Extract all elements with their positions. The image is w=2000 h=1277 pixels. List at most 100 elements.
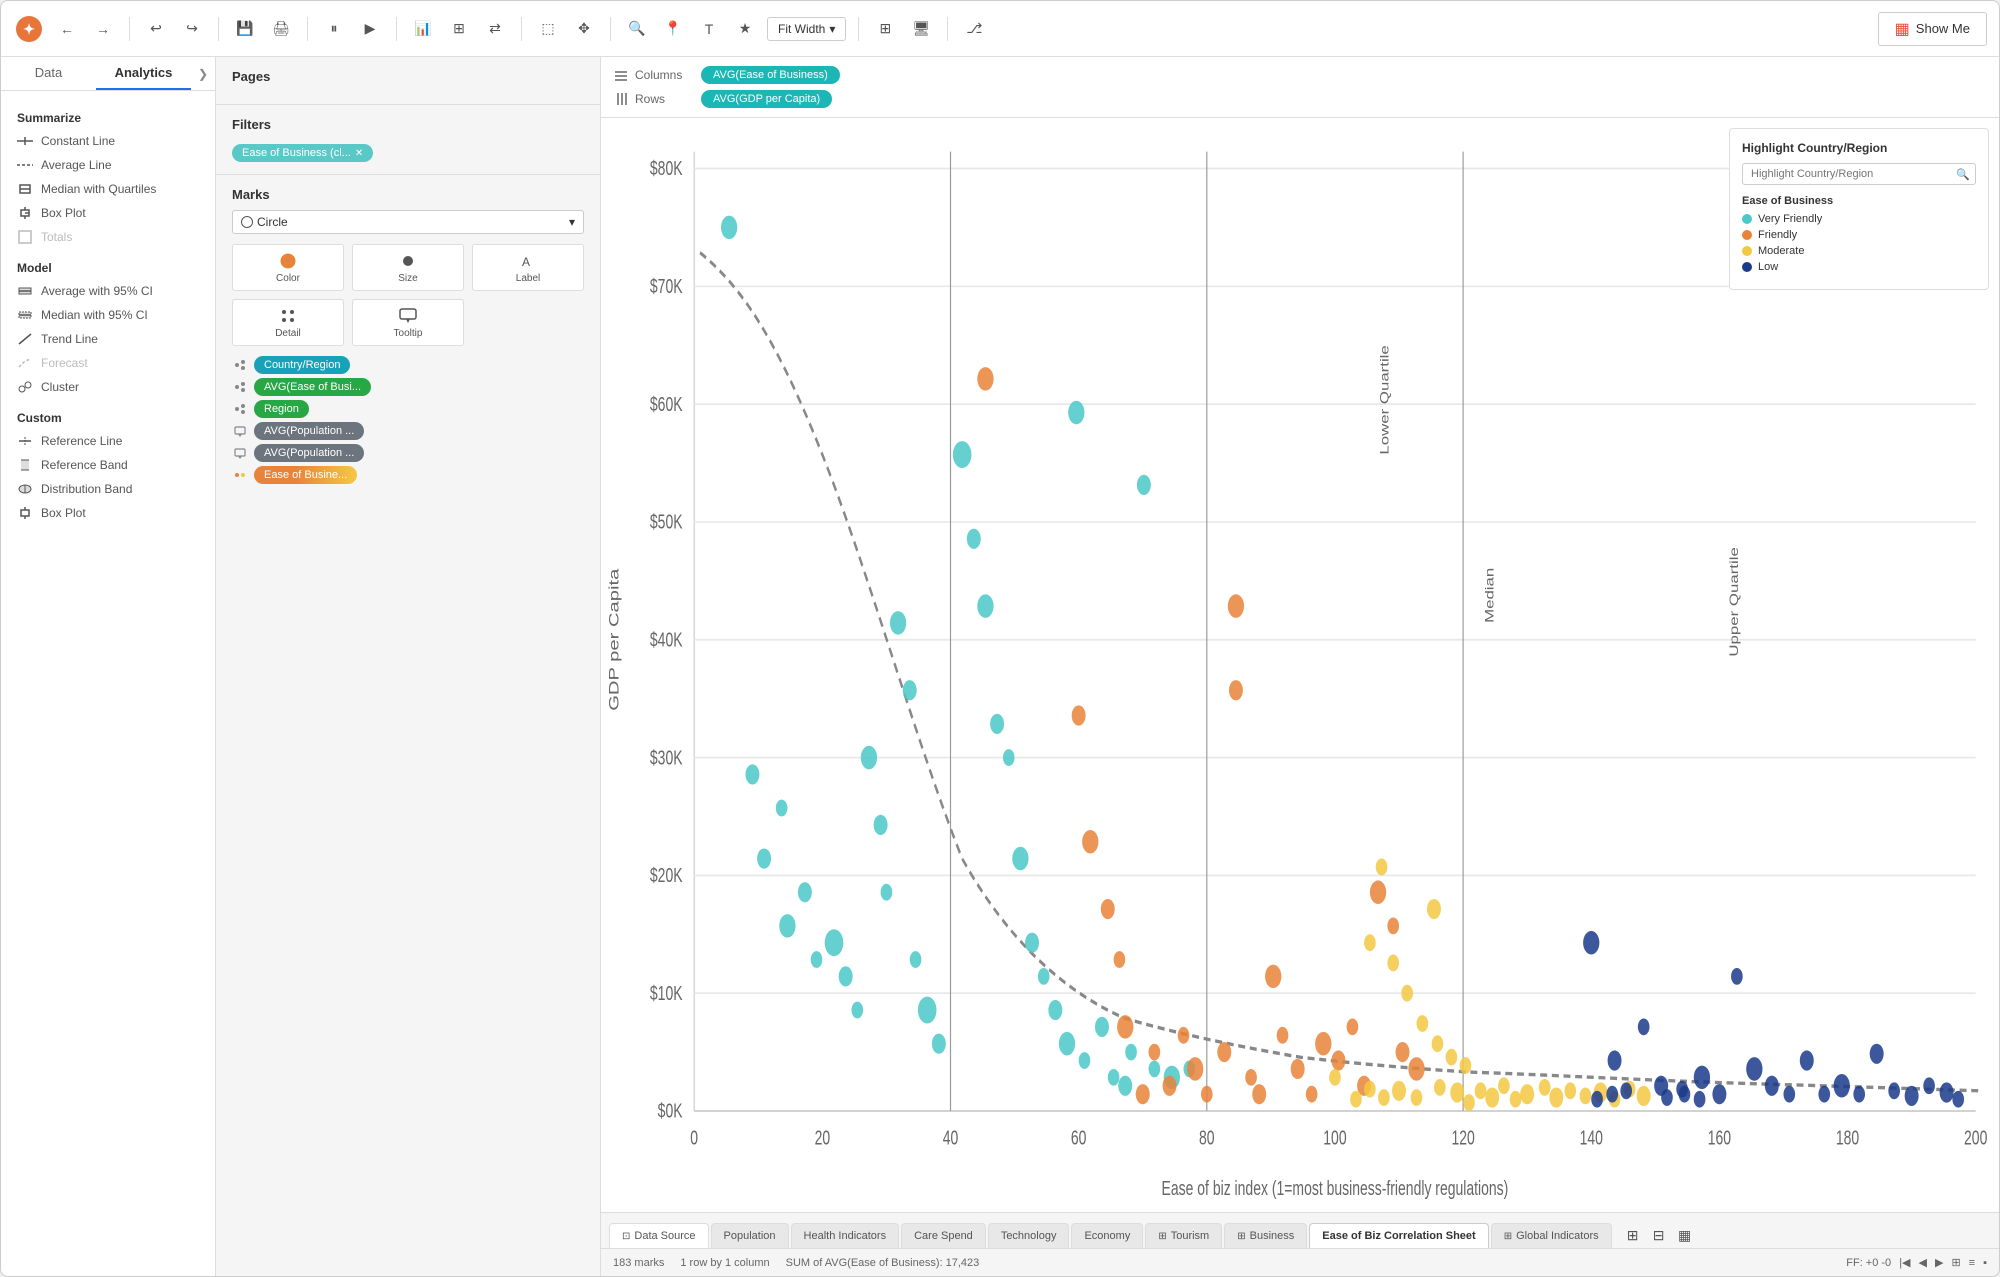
show-me-button[interactable]: ▦ Show Me	[1878, 12, 1987, 46]
select-button[interactable]: ⬚	[534, 15, 562, 43]
forward-button[interactable]: →	[89, 15, 117, 43]
print-button[interactable]: 🖨	[267, 15, 295, 43]
list-icon-status[interactable]: ≡	[1969, 1257, 1975, 1269]
distribution-band-icon	[17, 481, 33, 497]
box-plot-item[interactable]: Box Plot	[1, 201, 215, 225]
svg-text:$0K: $0K	[658, 1099, 683, 1122]
left-panel-content: Summarize Constant Line Average Line	[1, 91, 215, 1276]
tab-global-indicators[interactable]: ⊞ Global Indicators	[1491, 1223, 1612, 1248]
median-ci-label: Median with 95% CI	[41, 308, 148, 322]
tooltip-button[interactable]: Tooltip	[352, 299, 464, 346]
filter-pill[interactable]: Ease of Business (cl... ✕	[232, 144, 373, 162]
color-button[interactable]: Color	[232, 244, 344, 291]
pin-button[interactable]: 📍	[659, 15, 687, 43]
tab-data-source[interactable]: ⊡ Data Source	[609, 1223, 709, 1248]
sep2	[218, 17, 219, 41]
avg-ease-biz-pill[interactable]: AVG(Ease of Busi...	[254, 378, 371, 396]
avg-pop1-pill[interactable]: AVG(Population ...	[254, 422, 364, 440]
tab-global-indicators-label: Global Indicators	[1516, 1230, 1599, 1242]
constant-line-item[interactable]: Constant Line	[1, 129, 215, 153]
ease-business-legend-title: Ease of Business	[1742, 195, 1976, 207]
region-field-icon	[232, 401, 248, 417]
grid-button[interactable]: ⊞	[871, 15, 899, 43]
nav-prev[interactable]: ◀	[1919, 1256, 1927, 1269]
ease-business-color-pill[interactable]: Ease of Busine...	[254, 466, 357, 484]
zoom-button[interactable]: 🔍	[623, 15, 651, 43]
redo-button[interactable]: ↪	[178, 15, 206, 43]
status-right: FF: +0 -0 |◀ ◀ ▶ ⊞ ≡ ▪	[1846, 1256, 1987, 1269]
size-button[interactable]: Size	[352, 244, 464, 291]
bar-chart-button[interactable]: 📊	[409, 15, 437, 43]
svg-text:Ease of biz index (1=most busi: Ease of biz index (1=most business-frien…	[1162, 1177, 1509, 1200]
share-button[interactable]: ⎇	[960, 15, 988, 43]
fit-width-button[interactable]: Fit Width ▾	[767, 17, 846, 41]
distribution-band-item[interactable]: Distribution Band	[1, 477, 215, 501]
tab-population[interactable]: Population	[711, 1223, 789, 1248]
tab-analytics[interactable]: Analytics	[96, 57, 191, 90]
back-button[interactable]: ←	[53, 15, 81, 43]
label-button[interactable]: A Label	[472, 244, 584, 291]
tab-economy[interactable]: Economy	[1071, 1223, 1143, 1248]
reference-line-item[interactable]: Reference Line	[1, 429, 215, 453]
size-label: Size	[398, 273, 417, 284]
save-button[interactable]: 💾	[231, 15, 259, 43]
sep1	[129, 17, 130, 41]
cluster-item[interactable]: Cluster	[1, 375, 215, 399]
rows-pill[interactable]: AVG(GDP per Capita)	[701, 90, 832, 108]
nav-first[interactable]: |◀	[1899, 1256, 1910, 1269]
left-panel-tabs: Data Analytics ❯	[1, 57, 215, 91]
tab-care-spend[interactable]: Care Spend	[901, 1223, 986, 1248]
tab-business[interactable]: ⊞ Business	[1224, 1223, 1307, 1248]
pop2-field-icon	[232, 445, 248, 461]
tab-data[interactable]: Data	[1, 57, 96, 90]
sep3	[307, 17, 308, 41]
median-quartiles-icon	[17, 181, 33, 197]
nav-next[interactable]: ▶	[1935, 1256, 1943, 1269]
swap-button[interactable]: ⇄	[481, 15, 509, 43]
film-view-button[interactable]: ▦	[1674, 1224, 1696, 1246]
add-sheet-button[interactable]: ⊞	[1622, 1224, 1644, 1246]
color-block-status[interactable]: ▪	[1983, 1257, 1987, 1269]
columns-pill[interactable]: AVG(Ease of Business)	[701, 66, 840, 84]
tab-technology[interactable]: Technology	[988, 1223, 1070, 1248]
trend-line-item[interactable]: Trend Line	[1, 327, 215, 351]
filter-pill-text: Ease of Business (cl...	[242, 147, 351, 159]
pause-button[interactable]: ⏸	[320, 15, 348, 43]
svg-text:20: 20	[815, 1126, 831, 1149]
median-quartiles-item[interactable]: Median with Quartiles	[1, 177, 215, 201]
marks-count: 183 marks	[613, 1257, 664, 1269]
country-field-icon	[232, 357, 248, 373]
marks-label: Marks	[232, 187, 584, 202]
pan-button[interactable]: ✥	[570, 15, 598, 43]
star-button[interactable]: ★	[731, 15, 759, 43]
tab-tourism[interactable]: ⊞ Tourism	[1145, 1223, 1222, 1248]
tab-health-indicators[interactable]: Health Indicators	[791, 1223, 900, 1248]
average-line-item[interactable]: Average Line	[1, 153, 215, 177]
avg-pop2-pill[interactable]: AVG(Population ...	[254, 444, 364, 462]
median-ci-item[interactable]: Median with 95% CI	[1, 303, 215, 327]
field-row-ease-biz: AVG(Ease of Busi...	[232, 378, 584, 396]
undo-button[interactable]: ↩	[142, 15, 170, 43]
reference-band-label: Reference Band	[41, 458, 128, 472]
monitor-button[interactable]: 🖥	[907, 15, 935, 43]
tab-ease-biz-correlation[interactable]: Ease of Biz Correlation Sheet	[1309, 1223, 1488, 1248]
play-button[interactable]: ▶	[356, 15, 384, 43]
grid-view-button[interactable]: ⊟	[1648, 1224, 1670, 1246]
avg-ci-item[interactable]: Average with 95% CI	[1, 279, 215, 303]
country-region-pill[interactable]: Country/Region	[254, 356, 350, 374]
filter-remove-icon[interactable]: ✕	[355, 148, 363, 159]
constant-line-icon	[17, 133, 33, 149]
highlight-search[interactable]	[1742, 163, 1976, 185]
collapse-panel-button[interactable]: ❯	[191, 57, 215, 90]
detail-button[interactable]: Detail	[232, 299, 344, 346]
low-label: Low	[1758, 261, 1778, 273]
box-plot2-item[interactable]: Box Plot	[1, 501, 215, 525]
region-pill[interactable]: Region	[254, 400, 309, 418]
marks-type-dropdown[interactable]: Circle ▾	[232, 210, 584, 234]
reference-band-item[interactable]: Reference Band	[1, 453, 215, 477]
average-line-icon	[17, 157, 33, 173]
grid-icon-status[interactable]: ⊞	[1951, 1256, 1960, 1269]
table-button[interactable]: ⊞	[445, 15, 473, 43]
text-button[interactable]: T	[695, 15, 723, 43]
svg-text:100: 100	[1323, 1126, 1346, 1149]
